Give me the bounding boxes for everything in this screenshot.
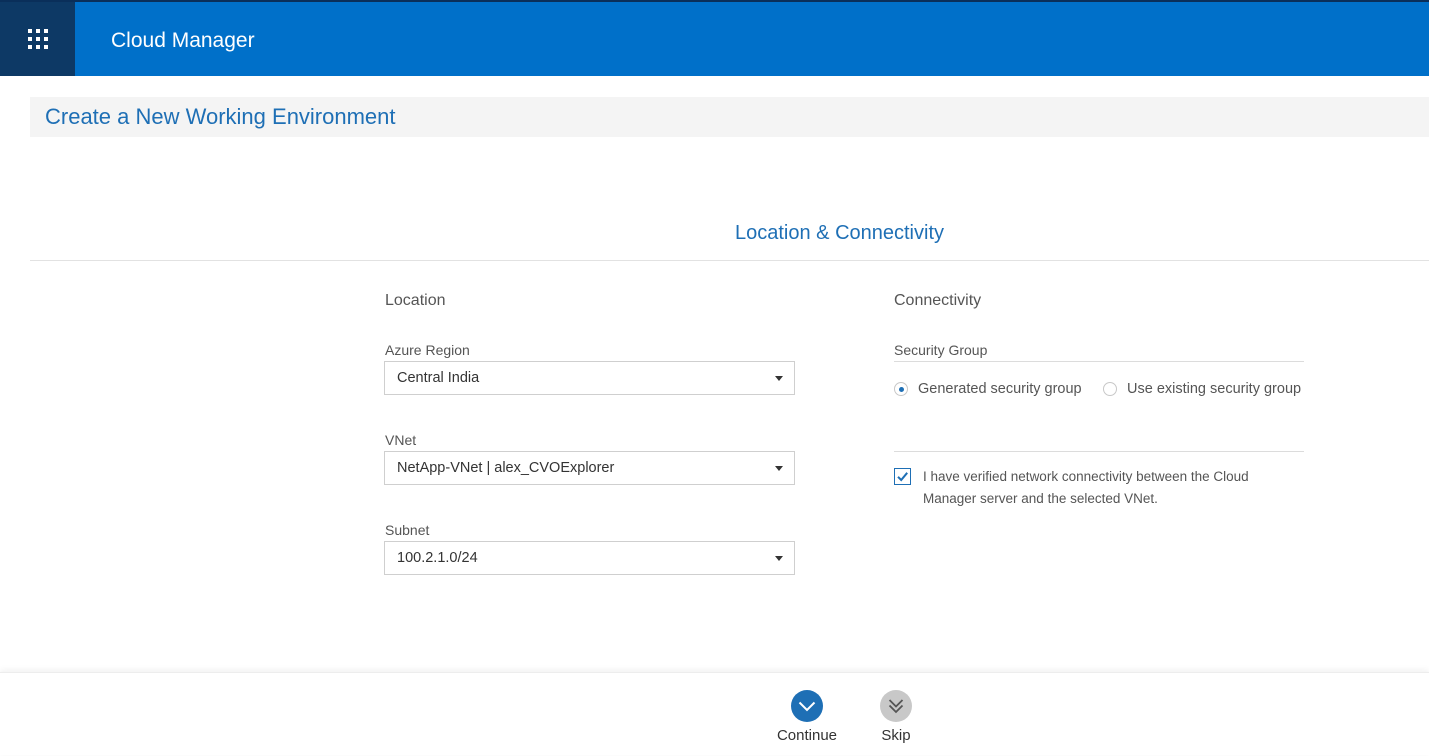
- verify-connectivity-checkbox[interactable]: [894, 468, 911, 485]
- radio-button[interactable]: [894, 382, 908, 396]
- page-title: Create a New Working Environment: [45, 104, 396, 129]
- top-nav-bar: Cloud Manager: [0, 0, 1429, 76]
- checkmark-icon: [897, 472, 908, 482]
- footer-bar: Continue Skip: [0, 672, 1429, 755]
- app-title: Cloud Manager: [111, 29, 255, 52]
- app-launcher-button[interactable]: [0, 2, 75, 76]
- subnet-label: Subnet: [385, 522, 430, 538]
- radio-generated-security-group[interactable]: Generated security group: [894, 381, 1082, 397]
- azure-region-select[interactable]: Central India: [384, 361, 795, 395]
- vnet-value: NetApp-VNet | alex_CVOExplorer: [397, 460, 615, 476]
- skip-button[interactable]: Skip: [856, 673, 936, 756]
- section-divider: [30, 260, 1429, 261]
- azure-region-value: Central India: [397, 370, 480, 386]
- section-title: Location & Connectivity: [735, 222, 945, 244]
- caret-down-icon: [775, 556, 783, 561]
- caret-down-icon: [775, 466, 783, 471]
- continue-circle[interactable]: [791, 690, 823, 722]
- connectivity-heading: Connectivity: [894, 292, 982, 309]
- continue-label: Continue: [776, 727, 838, 744]
- security-group-label: Security Group: [894, 342, 988, 358]
- caret-down-icon: [775, 376, 783, 381]
- security-group-rule: [894, 361, 1304, 362]
- radio-use-existing-security-group[interactable]: Use existing security group: [1103, 381, 1301, 397]
- chevron-down-icon: [798, 701, 816, 712]
- connectivity-rule: [894, 451, 1304, 452]
- continue-button[interactable]: Continue: [767, 673, 847, 756]
- vnet-label: VNet: [385, 432, 417, 448]
- page-header: Create a New Working Environment: [30, 97, 1429, 137]
- radio-button[interactable]: [1103, 382, 1117, 396]
- grid-icon: [27, 29, 48, 49]
- double-chevron-down-icon: [888, 699, 904, 714]
- azure-region-label: Azure Region: [385, 342, 470, 358]
- skip-label: Skip: [881, 727, 911, 744]
- skip-circle[interactable]: [880, 690, 912, 722]
- vnet-select[interactable]: NetApp-VNet | alex_CVOExplorer: [384, 451, 795, 485]
- subnet-value: 100.2.1.0/24: [397, 550, 478, 566]
- radio-label: Use existing security group: [1127, 381, 1302, 397]
- radio-label: Generated security group: [918, 381, 1082, 397]
- verify-connectivity-label: I have verified network connectivity bet…: [923, 469, 1249, 506]
- location-heading: Location: [385, 292, 446, 309]
- subnet-select[interactable]: 100.2.1.0/24: [384, 541, 795, 575]
